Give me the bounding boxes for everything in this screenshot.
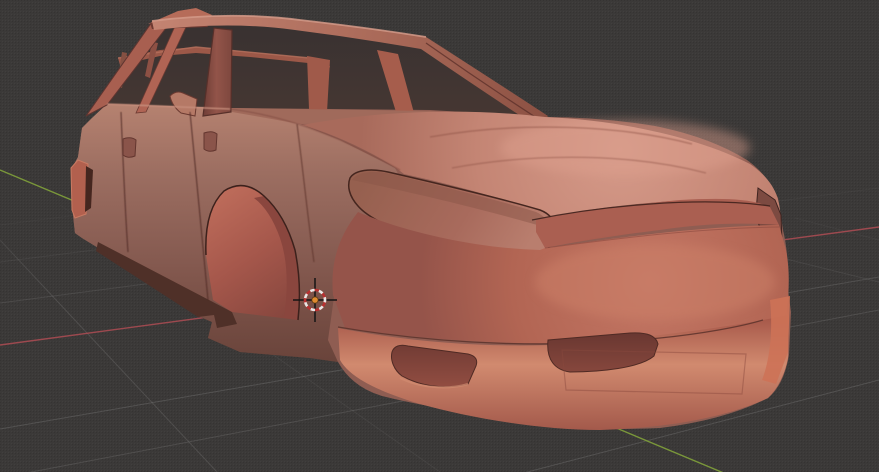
bumper-sheen (535, 244, 775, 320)
viewport-canvas[interactable] (0, 0, 879, 472)
cursor-center-dot (311, 296, 319, 304)
blender-3d-viewport[interactable] (0, 0, 879, 472)
hood-sheen (500, 120, 750, 176)
far-b-pillar (307, 56, 330, 112)
rear-door-handle (122, 137, 137, 158)
front-door-handle (203, 131, 218, 152)
